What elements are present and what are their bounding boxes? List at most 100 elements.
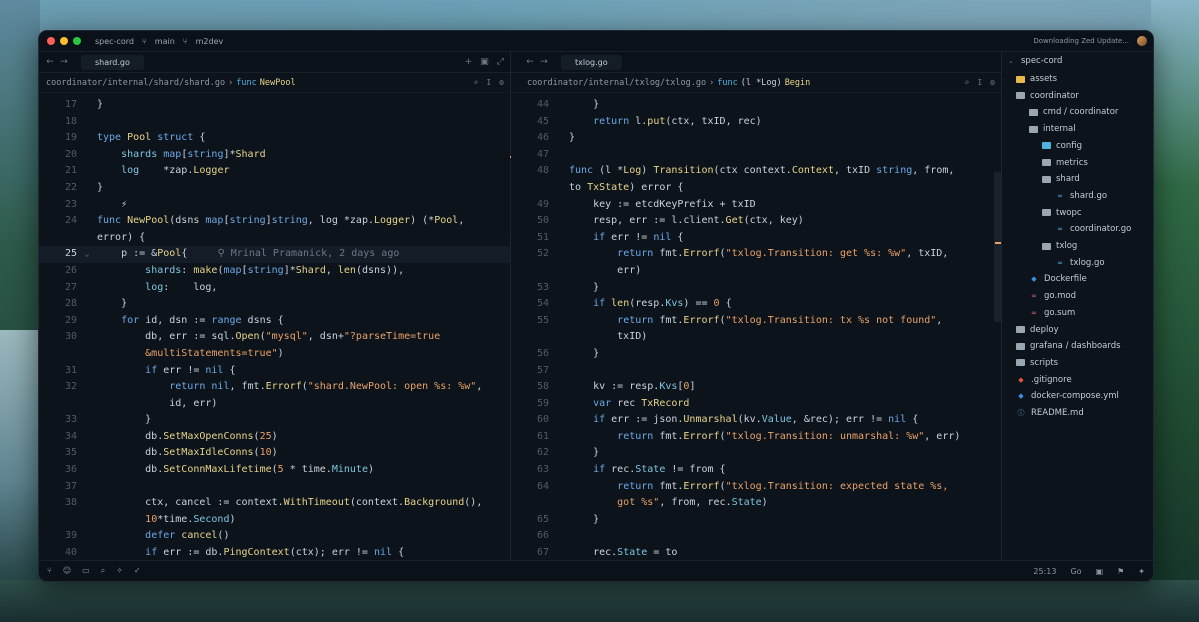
code-line[interactable]: 64 return fmt.Errorf("txlog.Transition: … bbox=[511, 479, 1001, 496]
code-line[interactable]: 29 for id, dsn := range dsns { bbox=[39, 313, 510, 330]
tree-item-shard-go[interactable]: ∞ shard.go bbox=[1055, 188, 1107, 204]
code-line[interactable]: 24 func NewPool(dsns map[string]string, l… bbox=[39, 213, 510, 230]
code-line[interactable]: 18 bbox=[39, 114, 510, 131]
maximize-icon[interactable]: ⤢ bbox=[497, 57, 504, 67]
remote-name[interactable]: m2dev bbox=[196, 37, 224, 46]
git-icon[interactable]: ⑂ bbox=[47, 566, 52, 576]
tree-item-coordinator[interactable]: coordinator bbox=[1016, 88, 1079, 104]
code-line[interactable]: 60 if err := json.Unmarshal(kv.Value, &r… bbox=[511, 412, 1001, 429]
code-line[interactable]: 35 db.SetMaxIdleConns(10) bbox=[39, 445, 510, 462]
code-line[interactable]: 59 var rec TxRecord bbox=[511, 396, 1001, 413]
cursor-position[interactable]: 25:13 bbox=[1033, 567, 1056, 576]
editor-settings-icon[interactable]: ⚙ bbox=[499, 78, 504, 87]
tree-item-cmd-coordinator[interactable]: cmd / coordinator bbox=[1029, 104, 1118, 120]
minimize-window-button[interactable] bbox=[60, 37, 68, 45]
left-code-area[interactable]: 17} 18 19 type Pool struct {20 shards map[s… bbox=[39, 97, 510, 561]
tree-item-go-mod[interactable]: ∞ go.mod bbox=[1029, 288, 1076, 304]
code-line[interactable]: 23 ⚡ bbox=[39, 197, 510, 214]
notifications-icon[interactable]: ⚑ bbox=[1117, 567, 1124, 576]
code-line[interactable]: 37 bbox=[39, 479, 510, 496]
code-line[interactable]: 10*time.Second) bbox=[39, 512, 510, 529]
tree-item-txlog[interactable]: txlog bbox=[1042, 238, 1077, 254]
code-line[interactable]: 51 if err != nil { bbox=[511, 230, 1001, 247]
code-line[interactable]: 62 } bbox=[511, 445, 1001, 462]
code-line[interactable]: 57 bbox=[511, 363, 1001, 380]
code-line[interactable]: 58 kv := resp.Kvs[0] bbox=[511, 379, 1001, 396]
update-status[interactable]: Downloading Zed Update... bbox=[1033, 37, 1129, 45]
zoom-window-button[interactable] bbox=[73, 37, 81, 45]
right-code-area[interactable]: 44 } 45 return l.put(ctx, txID, rec) 46} 47… bbox=[511, 97, 1001, 561]
code-line[interactable]: to TxState) error { bbox=[511, 180, 1001, 197]
code-line[interactable]: 61 return fmt.Errorf("txlog.Transition: … bbox=[511, 429, 1001, 446]
diagnostics-icon[interactable]: ✧ bbox=[116, 566, 123, 576]
code-line[interactable]: 66 bbox=[511, 528, 1001, 545]
back-arrow-icon[interactable]: ← bbox=[523, 57, 537, 67]
code-line[interactable]: 32 return nil, fmt.Errorf("shard.NewPool… bbox=[39, 379, 510, 396]
tree-item-config[interactable]: config bbox=[1042, 138, 1082, 154]
tree-item-gitignore[interactable]: ◆ .gitignore bbox=[1016, 372, 1071, 388]
breadcrumb-path[interactable]: coordinator/internal/txlog/txlog.go bbox=[527, 78, 706, 88]
code-line[interactable]: 49 key := etcdKeyPrefix + txID bbox=[511, 197, 1001, 214]
search-icon[interactable]: ⌕ bbox=[965, 78, 970, 87]
code-line[interactable]: 44 } bbox=[511, 97, 1001, 114]
code-line[interactable]: 48 func (l *Log) Transition(ctx context.C… bbox=[511, 163, 1001, 180]
editor-settings-icon[interactable]: ⚙ bbox=[990, 78, 995, 87]
tree-item-coordinator-go[interactable]: ∞ coordinator.go bbox=[1055, 221, 1131, 237]
tree-item-scripts[interactable]: scripts bbox=[1016, 355, 1058, 371]
code-line[interactable]: 39 defer cancel() bbox=[39, 528, 510, 545]
code-line[interactable]: 65 } bbox=[511, 512, 1001, 529]
code-line[interactable]: 26 shards: make(map[string]*Shard, len(d… bbox=[39, 263, 510, 280]
search-icon[interactable]: ⌕ bbox=[474, 78, 479, 87]
code-line[interactable]: 50 resp, err := l.client.Get(ctx, key) bbox=[511, 213, 1001, 230]
language-selector[interactable]: Go bbox=[1070, 567, 1081, 576]
code-line[interactable]: 53 } bbox=[511, 280, 1001, 297]
terminal-icon[interactable]: ▭ bbox=[82, 566, 90, 576]
code-line[interactable]: 40 if err := db.PingContext(ctx); err !=… bbox=[39, 545, 510, 561]
forward-arrow-icon[interactable]: → bbox=[537, 57, 551, 67]
tree-root[interactable]: ⌄ spec-cord bbox=[1008, 53, 1062, 69]
right-scrollbar-thumb[interactable] bbox=[994, 172, 1001, 322]
code-line[interactable]: got %s", from, rec.State) bbox=[511, 495, 1001, 512]
code-line[interactable]: 20 shards map[string]*Shard bbox=[39, 147, 510, 164]
search-icon[interactable]: ⌕ bbox=[101, 566, 105, 576]
code-line[interactable]: 55 return fmt.Errorf("txlog.Transition: … bbox=[511, 313, 1001, 330]
branch-name[interactable]: main bbox=[155, 37, 175, 46]
tree-item-dockerfile[interactable]: ◆ Dockerfile bbox=[1029, 271, 1086, 287]
split-pane-icon[interactable]: ▣ bbox=[480, 57, 489, 67]
code-line[interactable]: 34 db.SetMaxOpenConns(25) bbox=[39, 429, 510, 446]
assistant-icon[interactable]: ✦ bbox=[1138, 567, 1145, 576]
code-line[interactable]: 46} bbox=[511, 130, 1001, 147]
tree-item-readme-md[interactable]: ⓘ README.md bbox=[1016, 405, 1084, 421]
code-line[interactable]: 19 type Pool struct { bbox=[39, 130, 510, 147]
code-line[interactable]: 47 bbox=[511, 147, 1001, 164]
code-line[interactable]: 22} bbox=[39, 180, 510, 197]
code-line[interactable]: 17} bbox=[39, 97, 510, 114]
code-line[interactable]: 54 if len(resp.Kvs) == 0 { bbox=[511, 296, 1001, 313]
code-line[interactable]: error) { bbox=[39, 230, 510, 247]
code-line[interactable]: txID) bbox=[511, 329, 1001, 346]
code-line[interactable]: 30 db, err := sql.Open("mysql", dsn+"?pa… bbox=[39, 329, 510, 346]
code-line[interactable]: 56 } bbox=[511, 346, 1001, 363]
code-line[interactable]: 28 } bbox=[39, 296, 510, 313]
tree-item-deploy[interactable]: deploy bbox=[1016, 322, 1059, 338]
code-line[interactable]: 33 } bbox=[39, 412, 510, 429]
code-line[interactable]: &multiStatements=true") bbox=[39, 346, 510, 363]
tree-item-metrics[interactable]: metrics bbox=[1042, 155, 1088, 171]
code-line[interactable]: 31 if err != nil { bbox=[39, 363, 510, 380]
tree-item-shard[interactable]: shard bbox=[1042, 171, 1080, 187]
code-line[interactable]: 67 rec.State = to bbox=[511, 545, 1001, 561]
tree-item-assets[interactable]: assets bbox=[1016, 71, 1057, 87]
breadcrumb-path[interactable]: coordinator/internal/shard/shard.go bbox=[46, 78, 225, 88]
tree-item-grafana-dashboards[interactable]: grafana / dashboards bbox=[1016, 338, 1121, 354]
collab-icon[interactable]: ☺ bbox=[63, 566, 71, 576]
tab-txlog-go[interactable]: txlog.go bbox=[561, 54, 622, 70]
code-line[interactable]: 25 ⌄ p := &Pool{ ⚲ Mrinal Pramanick, 2 da… bbox=[39, 246, 510, 263]
project-name[interactable]: spec-cord bbox=[95, 37, 134, 46]
code-line[interactable]: 36 db.SetConnMaxLifetime(5 * time.Minute… bbox=[39, 462, 510, 479]
new-tab-icon[interactable]: + bbox=[465, 57, 473, 67]
code-line[interactable]: 52 return fmt.Errorf("txlog.Transition: … bbox=[511, 246, 1001, 263]
avatar[interactable] bbox=[1137, 36, 1147, 46]
tree-item-docker-compose-yml[interactable]: ◆ docker-compose.yml bbox=[1016, 388, 1119, 404]
code-line[interactable]: 38 ctx, cancel := context.WithTimeout(co… bbox=[39, 495, 510, 512]
tree-item-twopc[interactable]: twopc bbox=[1042, 205, 1082, 221]
